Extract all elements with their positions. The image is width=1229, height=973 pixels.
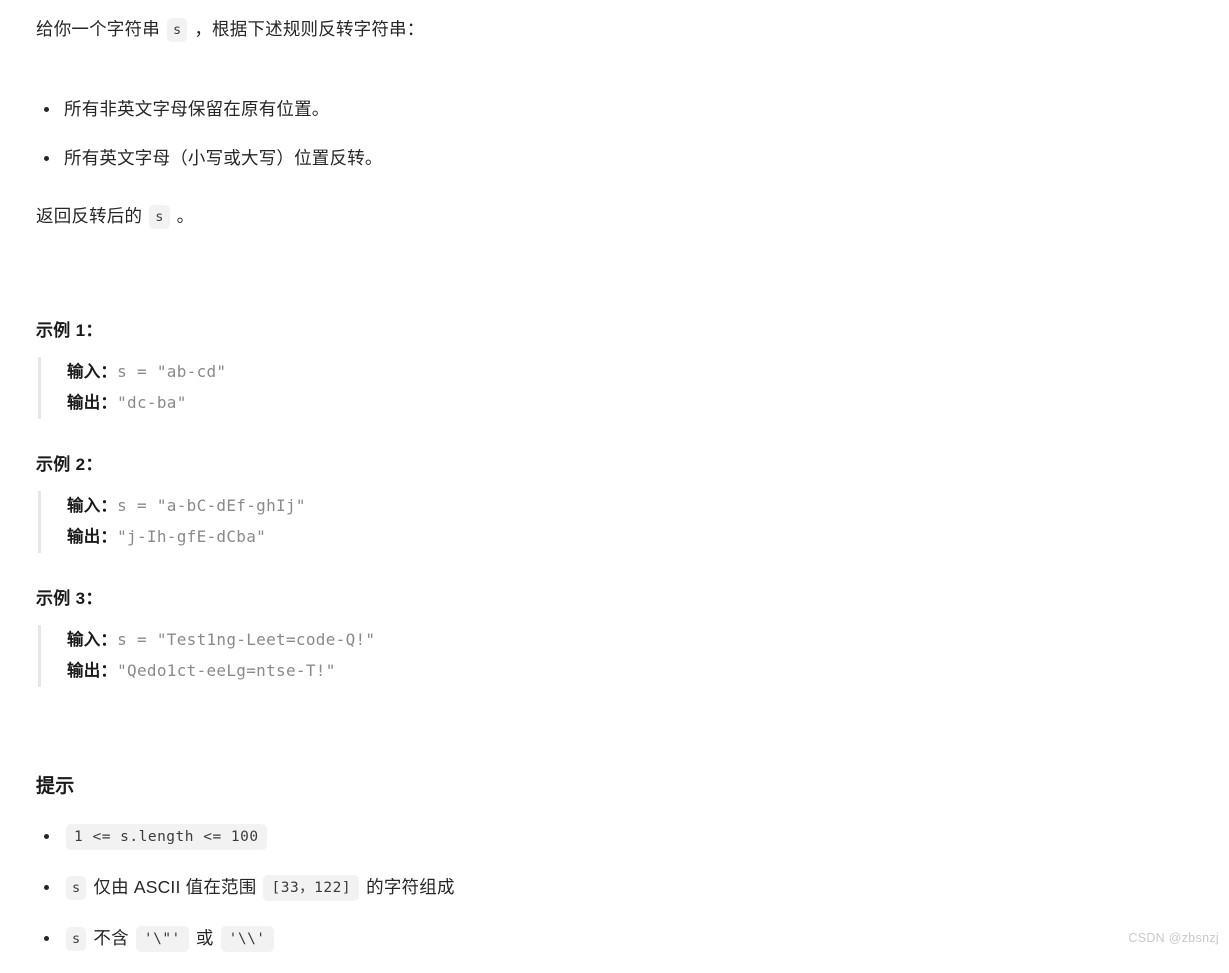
constraint-code-s: s	[66, 876, 87, 900]
constraints-list: 1 <= s.length <= 100 s 仅由 ASCII 值在范围 [33…	[36, 820, 1196, 955]
example-output-line: 输出："dc-ba"	[67, 388, 1196, 419]
rule-text: 所有英文字母（小写或大写）位置反转。	[64, 148, 383, 168]
example-3-heading: 示例 3：	[36, 589, 103, 608]
content-container: 给你一个字符串 s ，根据下述规则反转字符串： 所有非英文字母保留在原有位置。 …	[36, 14, 1196, 973]
problem-description-page: 给你一个字符串 s ，根据下述规则反转字符串： 所有非英文字母保留在原有位置。 …	[0, 0, 1229, 952]
constraint-code-range: [33，122]	[263, 875, 360, 901]
constraint-code-backslash-escape: '\\'	[220, 926, 274, 952]
constraint-code-s: s	[66, 927, 87, 951]
input-code: s = "ab-cd"	[117, 362, 227, 381]
example-3-block: 输入：s = "Test1ng-Leet=code-Q!" 输出："Qedo1c…	[38, 625, 1196, 687]
intro-paragraph: 给你一个字符串 s ，根据下述规则反转字符串：	[36, 14, 1196, 45]
constraint-item-2: s 仅由 ASCII 值在范围 [33，122] 的字符组成	[36, 871, 1196, 904]
rule-item-1: 所有非英文字母保留在原有位置。	[36, 94, 1196, 124]
csdn-watermark: CSDN @zbsnzj	[1128, 931, 1219, 945]
input-label: 输入：	[67, 363, 118, 381]
output-code: "j-Ih-gfE-dCba"	[117, 527, 267, 546]
input-code: s = "Test1ng-Leet=code-Q!"	[117, 630, 376, 649]
input-label: 输入：	[67, 497, 118, 515]
intro-text-before: 给你一个字符串	[36, 19, 160, 39]
example-output-line: 输出："Qedo1ct-eeLg=ntse-T!"	[67, 656, 1196, 687]
inline-code-s: s	[149, 205, 170, 229]
input-code: s = "a-bC-dEf-ghIj"	[117, 496, 306, 515]
return-text-before: 返回反转后的	[36, 206, 143, 226]
constraint-code-length: 1 <= s.length <= 100	[66, 824, 267, 850]
constraint-text-tail: 的字符组成	[366, 877, 455, 897]
inline-code-s: s	[166, 18, 188, 42]
example-input-line: 输入：s = "a-bC-dEf-ghIj"	[67, 491, 1196, 522]
return-paragraph: 返回反转后的 s 。	[36, 201, 1196, 232]
constraint-text: 不含	[93, 928, 129, 948]
example-2-heading: 示例 2：	[36, 455, 103, 474]
constraint-text: 仅由 ASCII 值在范围	[93, 877, 257, 897]
example-1-block: 输入：s = "ab-cd" 输出："dc-ba"	[38, 357, 1196, 419]
example-input-line: 输入：s = "Test1ng-Leet=code-Q!"	[67, 625, 1196, 656]
output-label: 输出：	[67, 662, 118, 680]
rules-list: 所有非英文字母保留在原有位置。 所有英文字母（小写或大写）位置反转。	[36, 94, 1196, 173]
intro-text-after: ，根据下述规则反转字符串：	[194, 19, 425, 39]
output-label: 输出：	[67, 394, 118, 412]
output-code: "Qedo1ct-eeLg=ntse-T!"	[117, 661, 336, 680]
example-input-line: 输入：s = "ab-cd"	[67, 357, 1196, 388]
constraint-text-or: 或	[195, 928, 214, 948]
constraint-code-quote-escape: '\"'	[135, 926, 189, 952]
constraint-item-1: 1 <= s.length <= 100	[36, 820, 1196, 853]
example-1-heading: 示例 1：	[36, 321, 103, 340]
output-label: 输出：	[67, 528, 118, 546]
example-2-block: 输入：s = "a-bC-dEf-ghIj" 输出："j-Ih-gfE-dCba…	[38, 491, 1196, 553]
rule-text: 所有非英文字母保留在原有位置。	[64, 99, 330, 119]
rule-item-2: 所有英文字母（小写或大写）位置反转。	[36, 143, 1196, 173]
input-label: 输入：	[67, 631, 118, 649]
output-code: "dc-ba"	[117, 393, 187, 412]
example-output-line: 输出："j-Ih-gfE-dCba"	[67, 522, 1196, 553]
constraint-item-3: s 不含 '\"' 或 '\\'	[36, 922, 1196, 955]
return-text-after: 。	[176, 206, 195, 226]
constraints-heading: 提示	[36, 776, 75, 797]
